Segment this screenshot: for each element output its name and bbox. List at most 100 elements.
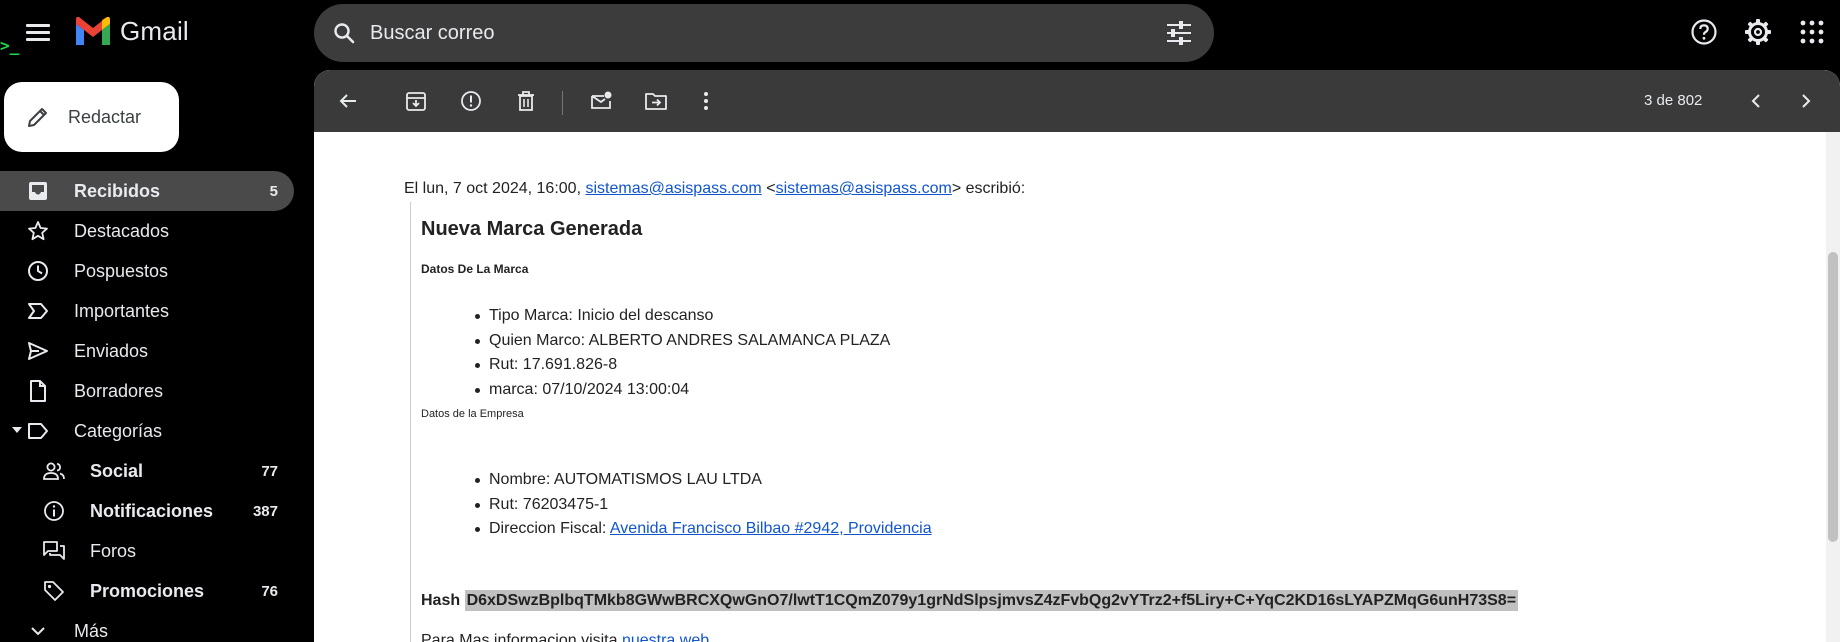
arrow-back-icon — [339, 94, 356, 108]
hamburger-icon — [26, 23, 50, 41]
chevron-down-icon — [26, 620, 50, 642]
unread-count: 387 — [252, 502, 278, 520]
sidebar-item-label: Importantes — [74, 300, 170, 321]
sidebar-item-label: Más — [74, 620, 109, 641]
unread-count: 77 — [261, 462, 278, 480]
more-vert-icon — [704, 92, 708, 110]
sidebar-item-starred[interactable]: Destacados — [0, 211, 294, 251]
sidebar-item-forums[interactable]: Foros — [0, 531, 294, 571]
send-icon — [26, 340, 50, 362]
tag-icon — [42, 580, 66, 602]
unread-count: 76 — [261, 582, 278, 600]
sidebar-item-label: Recibidos — [74, 180, 161, 201]
quote-suffix: > escribió: — [951, 180, 1026, 197]
section-title-company: Datos de la Empresa — [421, 408, 524, 420]
search-icon[interactable] — [332, 21, 356, 45]
sidebar-item-snoozed[interactable]: Pospuestos — [0, 251, 294, 291]
sidebar-item-drafts[interactable]: Borradores — [0, 371, 294, 411]
pagination-text: 3 de 802 — [1644, 92, 1703, 109]
toolbar-divider — [562, 91, 563, 115]
more-info-text: Para Mas informacion visita — [421, 632, 618, 642]
mark-details-list: Tipo Marca: Inicio del descanso Quien Ma… — [474, 304, 890, 403]
section-title-mark: Datos De La Marca — [421, 262, 529, 276]
sidebar-item-inbox[interactable]: Recibidos 5 — [0, 171, 294, 211]
clock-icon — [26, 260, 50, 282]
sidebar-item-promotions[interactable]: Promociones 76 — [0, 571, 294, 611]
gmail-logo[interactable]: Gmail — [74, 16, 189, 47]
sidebar-item-label: Pospuestos — [74, 260, 169, 281]
hash-value[interactable]: D6xDSwzBplbqTMkb8GWwBRCXQwGnO7/lwtT1CQmZ… — [464, 590, 1519, 611]
star-icon — [26, 220, 50, 242]
list-item: Rut: 76203475-1 — [475, 493, 932, 518]
sidebar-item-updates[interactable]: Notificaciones 387 — [0, 491, 294, 531]
sidebar-item-label: Categorías — [74, 420, 163, 441]
vertical-scrollbar[interactable] — [1826, 132, 1840, 642]
sidebar-item-more[interactable]: Más — [0, 611, 294, 642]
help-button[interactable] — [1684, 12, 1724, 52]
gmail-app: >_ Gmail Buscar correo Redactar Recibido… — [0, 0, 1840, 642]
move-to-button[interactable] — [640, 85, 672, 117]
quote-mid: < — [761, 180, 776, 197]
archive-icon — [406, 92, 426, 111]
address-label: Direccion Fiscal: — [489, 520, 610, 537]
sidebar-item-social[interactable]: Social 77 — [0, 451, 294, 491]
sidebar-item-categories[interactable]: Categorías — [0, 411, 294, 451]
sender-email-link[interactable]: sistemas@asispass.com — [585, 180, 761, 197]
quote-prefix: El lun, 7 oct 2024, 16:00, — [404, 180, 586, 197]
scroll-thumb[interactable] — [1828, 252, 1838, 542]
sidebar-item-label: Foros — [90, 540, 137, 561]
search-bar[interactable] — [314, 4, 1214, 62]
chevron-down-icon[interactable] — [12, 427, 22, 433]
sidebar-nav: Recibidos 5 Destacados Pospuestos Import… — [0, 171, 300, 642]
message-toolbar: 3 de 802 — [314, 70, 1840, 132]
trash-icon — [518, 91, 534, 111]
compose-label: Redactar — [68, 106, 142, 127]
older-button[interactable] — [1790, 85, 1822, 117]
quoted-message: Nueva Marca Generada Datos De La Marca T… — [410, 202, 1710, 642]
main-panel: 3 de 802 El lun, 7 oct 2024, 16:00, sist… — [314, 70, 1840, 642]
search-input[interactable] — [370, 21, 1130, 45]
compose-button[interactable]: Redactar — [4, 82, 179, 152]
hash-row: Hash D6xDSwzBplbqTMkb8GWwBRCXQwGnO7/lwtT… — [421, 590, 1519, 611]
search-options-icon[interactable] — [1166, 21, 1192, 45]
settings-button[interactable] — [1738, 12, 1778, 52]
more-options-button[interactable] — [690, 85, 722, 117]
back-button[interactable] — [332, 85, 364, 117]
help-icon — [1691, 19, 1717, 45]
quoted-header: El lun, 7 oct 2024, 16:00, sistemas@asis… — [404, 180, 1025, 198]
gear-icon — [1745, 19, 1771, 45]
forum-icon — [42, 540, 66, 562]
apps-button[interactable] — [1792, 12, 1832, 52]
chevron-left-icon — [1751, 94, 1760, 108]
delete-button[interactable] — [510, 85, 542, 117]
gmail-m-icon — [76, 16, 110, 45]
inbox-icon — [26, 180, 50, 202]
company-details-list: Nombre: AUTOMATISMOS LAU LTDA Rut: 76203… — [475, 468, 932, 542]
top-right-actions — [1684, 12, 1840, 52]
draft-icon — [26, 380, 50, 402]
mark-unread-icon — [591, 91, 612, 109]
website-link[interactable]: nuestra web — [618, 632, 709, 642]
report-spam-button[interactable] — [455, 85, 487, 117]
sidebar-item-important[interactable]: Importantes — [0, 291, 294, 331]
list-item: Rut: 17.691.826-8 — [474, 353, 890, 378]
folder-move-icon — [645, 93, 667, 110]
main-menu-button[interactable] — [16, 12, 60, 52]
mark-unread-button[interactable] — [585, 85, 617, 117]
address-link[interactable]: Avenida Francisco Bilbao #2942, Providen… — [610, 520, 932, 537]
archive-button[interactable] — [400, 85, 432, 117]
pencil-icon — [28, 108, 47, 127]
sender-email-link[interactable]: sistemas@asispass.com — [776, 180, 952, 197]
list-item: Direccion Fiscal: Avenida Francisco Bilb… — [475, 517, 932, 542]
info-icon — [42, 500, 66, 522]
list-item: Quien Marco: ALBERTO ANDRES SALAMANCA PL… — [474, 329, 890, 354]
unread-count: 5 — [269, 182, 278, 200]
message-body: El lun, 7 oct 2024, 16:00, sistemas@asis… — [314, 132, 1826, 642]
list-item: marca: 07/10/2024 13:00:04 — [474, 378, 890, 403]
newer-button[interactable] — [1740, 85, 1772, 117]
report-icon — [461, 91, 481, 111]
label-icon — [26, 420, 50, 442]
list-item: Nombre: AUTOMATISMOS LAU LTDA — [475, 468, 932, 493]
more-info-row: Para Mas informacion visita nuestra web — [421, 632, 709, 642]
sidebar-item-sent[interactable]: Enviados — [0, 331, 294, 371]
